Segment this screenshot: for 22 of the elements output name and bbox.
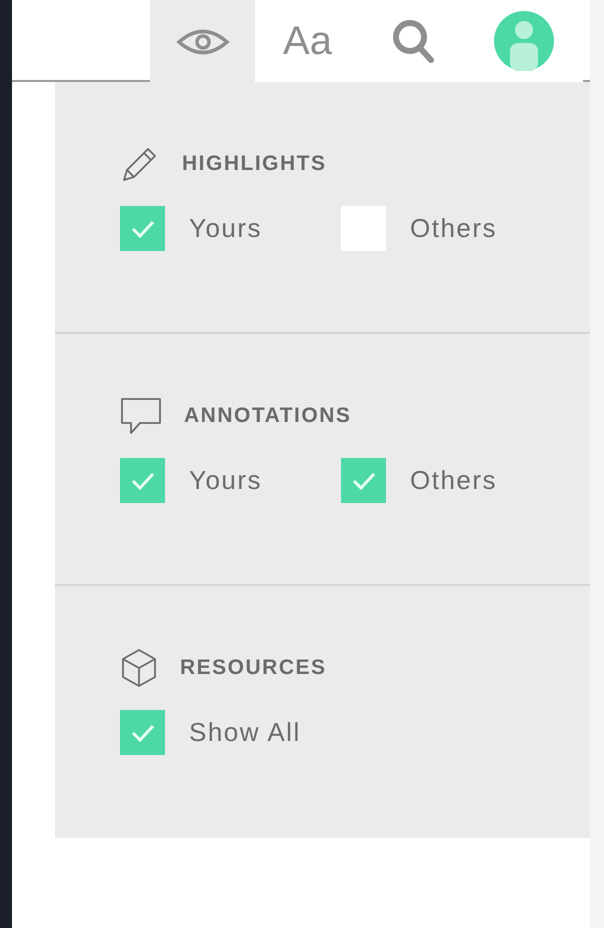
eye-icon — [176, 27, 230, 57]
search-icon — [390, 18, 434, 64]
check-icon — [352, 470, 376, 490]
view-tab[interactable] — [150, 0, 255, 84]
check-icon — [130, 218, 154, 238]
section-heading: ANNOTATIONS — [184, 403, 352, 430]
checkbox[interactable] — [120, 710, 165, 755]
speech-bubble-icon — [120, 396, 162, 436]
checkbox[interactable] — [120, 206, 165, 251]
checkbox-label: Yours — [189, 464, 262, 497]
checkbox[interactable] — [341, 458, 386, 503]
check-icon — [130, 470, 154, 490]
avatar-icon — [494, 11, 554, 71]
section-heading: HIGHLIGHTS — [182, 151, 326, 178]
section-heading: RESOURCES — [180, 655, 327, 682]
checkbox-label: Show All — [189, 716, 301, 749]
checkbox[interactable] — [120, 458, 165, 503]
checkbox-label: Others — [410, 212, 498, 245]
check-icon — [130, 722, 154, 742]
cube-icon — [120, 647, 158, 689]
checkbox-label: Yours — [189, 212, 262, 245]
checkbox-label: Others — [410, 464, 498, 497]
